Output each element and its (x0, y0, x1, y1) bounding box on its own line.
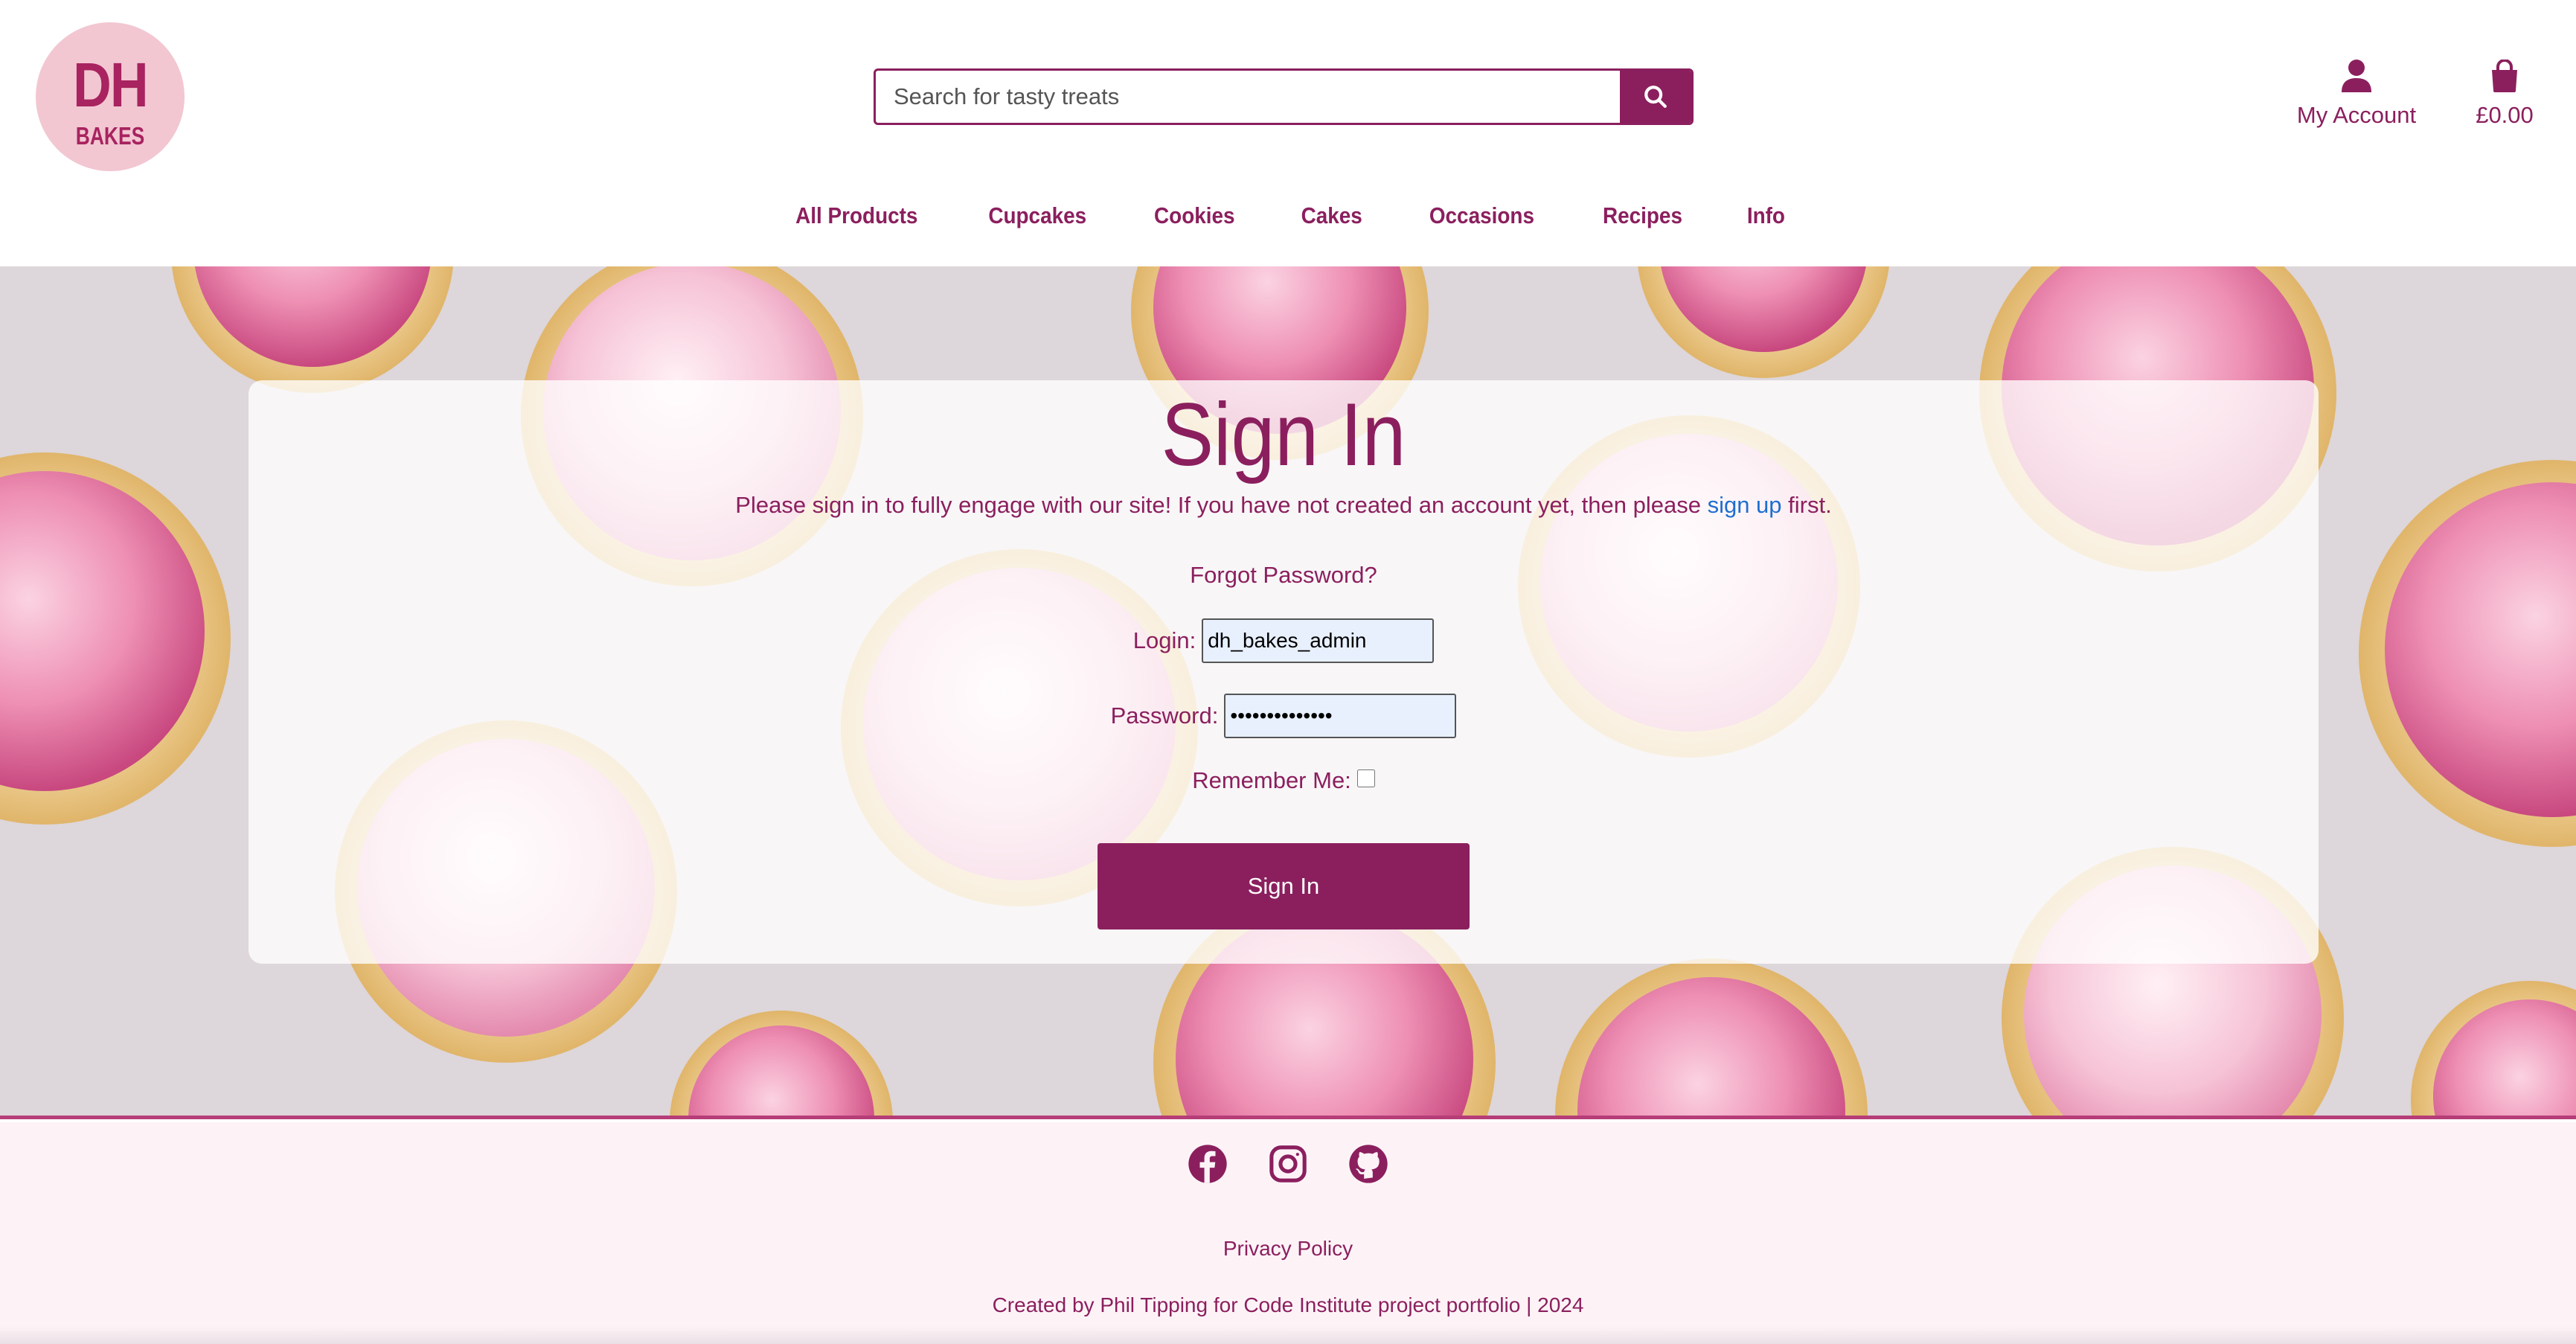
remember-row: Remember Me: (249, 767, 2319, 794)
search-button[interactable] (1620, 71, 1691, 123)
password-row: Password: (249, 694, 2319, 738)
nav-cakes[interactable]: Cakes (1301, 202, 1362, 247)
user-icon (2342, 60, 2371, 92)
login-input[interactable] (1202, 618, 1435, 663)
remember-me-label: Remember Me: (1192, 767, 1351, 793)
my-account-link[interactable]: My Account (2293, 60, 2420, 129)
page-title: Sign In (1161, 385, 1406, 484)
footer-credit: Created by Phil Tipping for Code Institu… (992, 1293, 1584, 1316)
nav-info[interactable]: Info (1747, 202, 1785, 247)
forgot-password-link[interactable]: Forgot Password? (249, 562, 2319, 589)
social-links (0, 1143, 2576, 1185)
nav-all-products[interactable]: All Products (795, 202, 917, 247)
search-input[interactable] (876, 71, 1620, 123)
nav-occasions[interactable]: Occasions (1429, 202, 1534, 247)
main-nav: All Products Cupcakes Cookies Cakes Occa… (0, 202, 2576, 247)
search-icon (1644, 86, 1667, 108)
site-header: DH BAKES My Account £0.00 All Products C… (0, 0, 2576, 266)
my-account-label: My Account (2296, 102, 2417, 128)
sign-up-link[interactable]: sign up (1708, 492, 1782, 518)
footer-shadow (0, 1326, 2576, 1344)
sign-in-intro: Please sign in to fully engage with our … (249, 492, 2319, 519)
sign-in-card: Sign In Please sign in to fully engage w… (249, 380, 2319, 964)
intro-text-end: first. (1781, 492, 1832, 518)
hero-background: Sign In Please sign in to fully engage w… (0, 266, 2576, 1119)
site-footer: Privacy Policy Created by Phil Tipping f… (0, 1122, 2576, 1344)
nav-cookies[interactable]: Cookies (1154, 202, 1235, 247)
password-input[interactable] (1224, 694, 1457, 738)
sign-in-button[interactable]: Sign In (1098, 843, 1470, 929)
instagram-link[interactable] (1267, 1143, 1309, 1185)
site-logo[interactable]: DH BAKES (36, 22, 185, 171)
nav-recipes[interactable]: Recipes (1603, 202, 1682, 247)
login-label: Login: (1132, 627, 1196, 653)
bag-total: £0.00 (2476, 102, 2534, 128)
nav-cupcakes[interactable]: Cupcakes (988, 202, 1086, 247)
remember-me-checkbox[interactable] (1356, 769, 1375, 787)
shopping-bag-icon (2492, 59, 2517, 92)
login-row: Login: (249, 618, 2319, 663)
facebook-link[interactable] (1187, 1143, 1228, 1185)
facebook-icon (1188, 1145, 1227, 1183)
instagram-icon (1269, 1145, 1307, 1183)
privacy-policy-link[interactable]: Privacy Policy (0, 1237, 2576, 1261)
password-label: Password: (1110, 703, 1219, 729)
logo-line2: BAKES (75, 122, 145, 150)
search-form (874, 68, 1694, 125)
github-icon (1349, 1145, 1388, 1183)
logo-line1: DH (73, 50, 148, 120)
github-link[interactable] (1348, 1143, 1389, 1185)
shopping-bag-link[interactable]: £0.00 (2467, 59, 2542, 129)
intro-text: Please sign in to fully engage with our … (735, 492, 1708, 518)
